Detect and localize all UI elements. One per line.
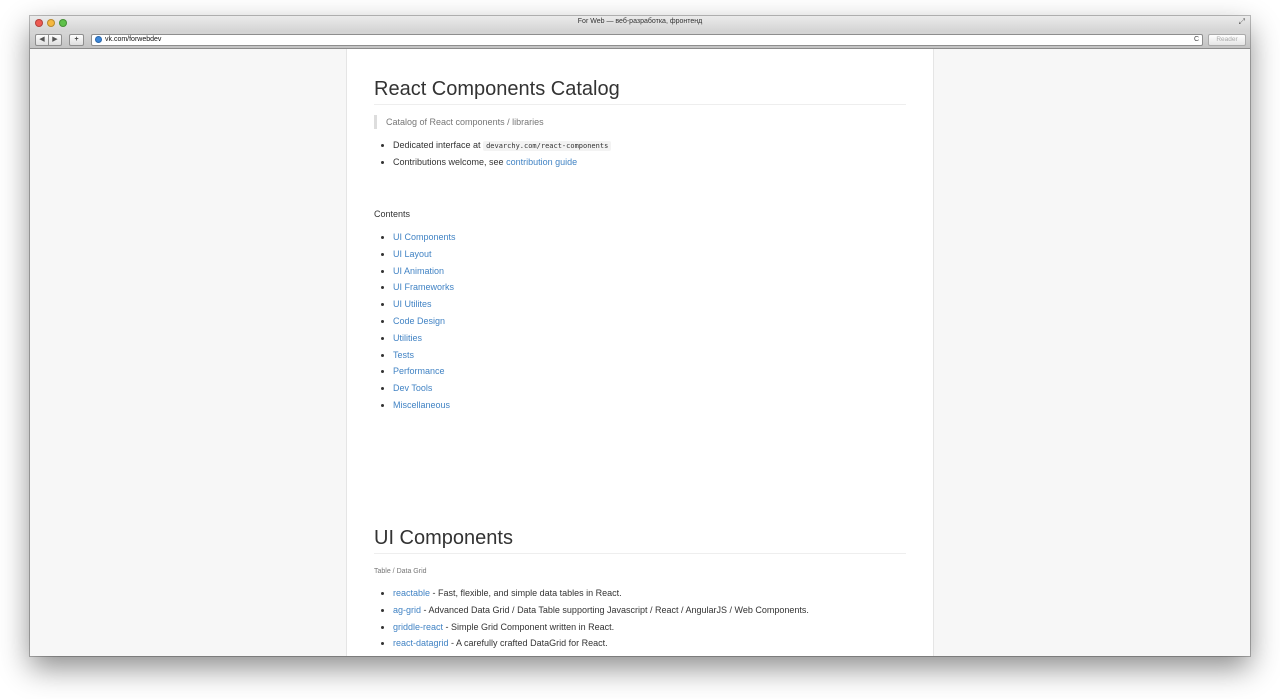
description-blockquote: Catalog of React components / libraries — [374, 115, 544, 129]
toc-link-ui-animation[interactable]: UI Animation — [393, 266, 444, 276]
toc-link-miscellaneous[interactable]: Miscellaneous — [393, 400, 450, 410]
table-grid-subheading: Table / Data Grid — [374, 568, 427, 575]
component-description: - Advanced Data Grid / Data Table suppor… — [421, 604, 809, 615]
add-bookmark-button[interactable]: + — [69, 34, 84, 46]
list-item: Utilities — [393, 330, 456, 347]
browser-window: For Web — веб-разработка, фронтенд ⤢ ◀ ▶… — [30, 16, 1250, 656]
browser-toolbar: ◀ ▶ + vk.com/forwebdev C Reader — [30, 32, 1250, 49]
list-item: Contributions welcome, see contribution … — [393, 154, 611, 171]
component-description: - A carefully crafted DataGrid for React… — [448, 638, 608, 649]
ag-grid-link[interactable]: ag-grid — [393, 605, 421, 615]
back-button[interactable]: ◀ — [35, 34, 49, 46]
toc-link-performance[interactable]: Performance — [393, 366, 445, 376]
list-item: UI Components — [393, 229, 456, 246]
toc-link-ui-components[interactable]: UI Components — [393, 232, 456, 242]
list-item: UI Layout — [393, 246, 456, 263]
component-description: - Simple Grid Component written in React… — [443, 621, 615, 632]
contents-list: UI Components UI Layout UI Animation UI … — [374, 229, 456, 414]
list-item: UI Animation — [393, 263, 456, 280]
list-item: Performance — [393, 363, 456, 380]
globe-icon — [95, 36, 102, 43]
intro-text: Contributions welcome, see — [393, 156, 507, 167]
list-item: UI Utilites — [393, 296, 456, 313]
devarchy-code: devarchy.com/react-components — [483, 141, 612, 151]
reload-icon[interactable]: C — [1194, 35, 1199, 45]
list-item: reactable - Fast, flexible, and simple d… — [393, 585, 809, 602]
components-list: reactable - Fast, flexible, and simple d… — [374, 585, 809, 652]
toc-link-tests[interactable]: Tests — [393, 350, 414, 360]
react-datagrid-link[interactable]: react-datagrid — [393, 638, 449, 648]
title-bar: For Web — веб-разработка, фронтенд ⤢ — [30, 16, 1250, 32]
page-viewport[interactable]: React Components Catalog Catalog of Reac… — [30, 49, 1250, 656]
list-item: UI Frameworks — [393, 279, 456, 296]
reactable-link[interactable]: reactable — [393, 588, 430, 598]
address-bar[interactable]: vk.com/forwebdev C — [91, 34, 1203, 46]
list-item: griddle-react - Simple Grid Component wr… — [393, 619, 809, 636]
component-description: - Fast, flexible, and simple data tables… — [430, 588, 622, 598]
intro-list: Dedicated interface at devarchy.com/reac… — [374, 137, 612, 171]
toc-link-ui-layout[interactable]: UI Layout — [393, 249, 432, 259]
list-item: react-datagrid - A carefully crafted Dat… — [393, 635, 809, 652]
contents-heading: Contents — [374, 209, 411, 219]
forward-button[interactable]: ▶ — [48, 34, 62, 46]
list-item: Code Design — [393, 313, 456, 330]
toc-link-ui-utilites[interactable]: UI Utilites — [393, 299, 432, 309]
toc-link-ui-frameworks[interactable]: UI Frameworks — [393, 282, 454, 292]
list-item: ag-grid - Advanced Data Grid / Data Tabl… — [393, 602, 809, 619]
page-title: React Components Catalog — [374, 79, 906, 105]
contribution-guide-link[interactable]: contribution guide — [506, 157, 577, 167]
list-item: Dedicated interface at devarchy.com/reac… — [393, 137, 612, 154]
toc-link-code-design[interactable]: Code Design — [393, 316, 445, 326]
list-item: Miscellaneous — [393, 397, 456, 414]
griddle-react-link[interactable]: griddle-react — [393, 622, 443, 632]
list-item: Dev Tools — [393, 380, 456, 397]
fullscreen-icon[interactable]: ⤢ — [1239, 17, 1245, 27]
list-item: Tests — [393, 347, 456, 364]
window-title: For Web — веб-разработка, фронтенд — [577, 18, 703, 25]
intro-text: Dedicated interface at — [393, 140, 484, 150]
toc-link-utilities[interactable]: Utilities — [393, 333, 422, 343]
readme-column: React Components Catalog Catalog of Reac… — [346, 49, 934, 656]
toc-link-dev-tools[interactable]: Dev Tools — [393, 383, 432, 393]
section-title: UI Components — [374, 528, 906, 554]
reader-button[interactable]: Reader — [1208, 34, 1246, 46]
url-text[interactable]: vk.com/forwebdev — [105, 35, 161, 45]
